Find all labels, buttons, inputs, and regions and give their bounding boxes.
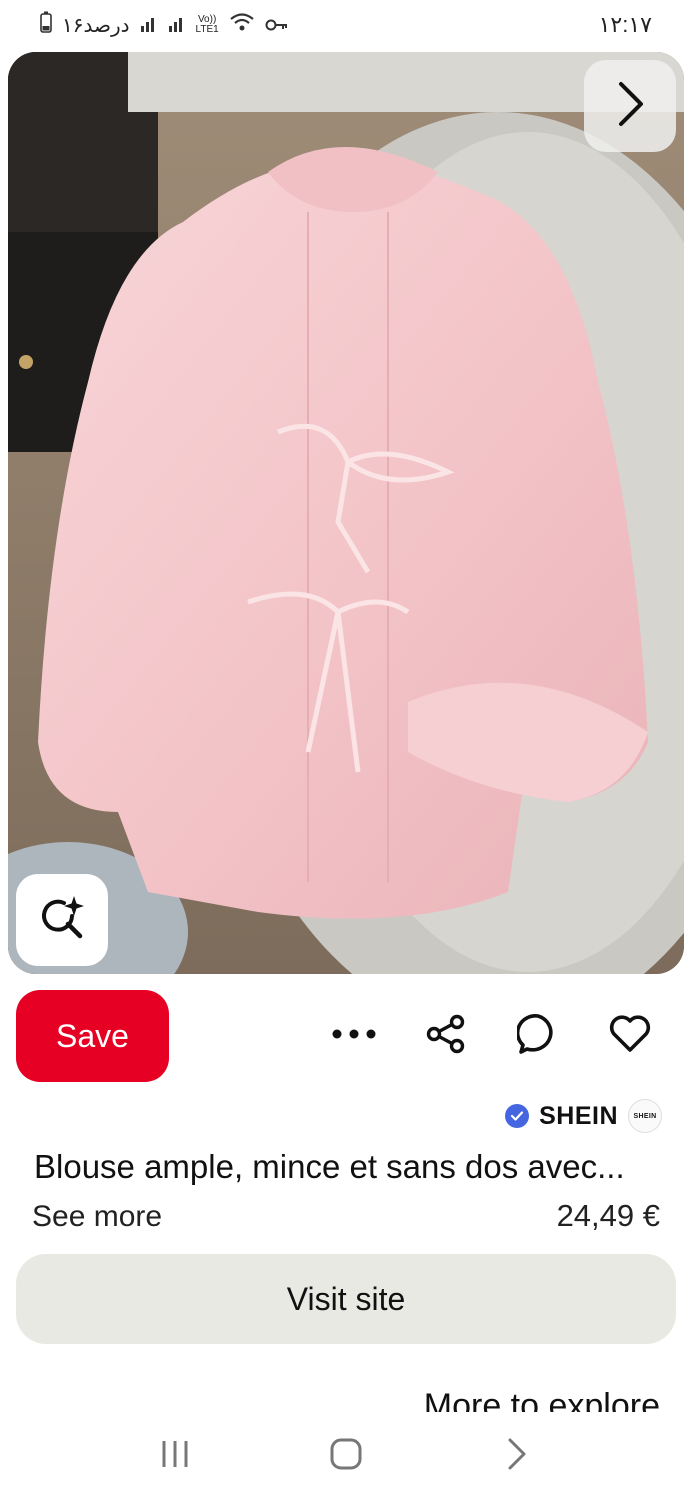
signal-icon [140, 12, 158, 38]
status-time: ۱۲:۱۷ [598, 12, 652, 37]
price: 24,49 € [556, 1198, 660, 1233]
back-button[interactable] [487, 1426, 547, 1486]
next-image-button[interactable] [584, 60, 676, 152]
more-options-button[interactable] [308, 990, 400, 1082]
recents-button[interactable] [145, 1426, 205, 1486]
share-button[interactable] [400, 990, 492, 1082]
comment-button[interactable] [492, 990, 584, 1082]
see-more-link[interactable]: See more [32, 1200, 162, 1234]
lens-search-icon [38, 894, 86, 947]
visit-site-button[interactable]: Visit site [16, 1254, 676, 1344]
status-left: ۱۶درصد Vo)) LTE1 [40, 11, 289, 39]
more-icon [331, 1027, 377, 1045]
brand-name[interactable]: SHEIN [539, 1102, 618, 1131]
brand-avatar[interactable]: SHEIN [628, 1099, 662, 1133]
comment-icon [515, 1013, 559, 1060]
visual-search-button[interactable] [16, 874, 108, 966]
brand-row[interactable]: SHEIN SHEIN [505, 1096, 662, 1136]
battery-percent: ۱۶درصد [62, 14, 130, 37]
back-icon [506, 1437, 528, 1476]
vpn-key-icon [265, 12, 289, 38]
wifi-icon [229, 12, 255, 38]
battery-icon [40, 11, 52, 39]
chevron-right-icon [613, 80, 647, 133]
action-icons [308, 990, 676, 1082]
system-nav-bar [0, 1412, 692, 1500]
pin-detail-screen: ۱۶درصد Vo)) LTE1 ۱۲:۱۷ Save SHEIN SHEIN … [0, 0, 692, 1500]
home-icon [330, 1438, 362, 1475]
share-icon [426, 1014, 466, 1059]
action-row: Save [16, 990, 676, 1082]
more-to-explore-heading: More to explore [423, 1387, 660, 1412]
pin-title: Blouse ample, mince et sans dos avec... [34, 1148, 625, 1185]
signal-icon [168, 12, 186, 38]
verified-icon [505, 1104, 530, 1128]
volte-icon: Vo)) LTE1 [195, 14, 219, 35]
pin-image[interactable] [8, 52, 684, 974]
like-button[interactable] [584, 990, 676, 1082]
blouse-photo [8, 52, 684, 974]
heart-icon [609, 1014, 651, 1058]
network-label: LTE1 [195, 24, 219, 35]
recents-icon [160, 1439, 190, 1474]
status-bar: ۱۶درصد Vo)) LTE1 ۱۲:۱۷ [0, 0, 692, 60]
save-button[interactable]: Save [16, 990, 169, 1082]
home-button[interactable] [316, 1426, 376, 1486]
